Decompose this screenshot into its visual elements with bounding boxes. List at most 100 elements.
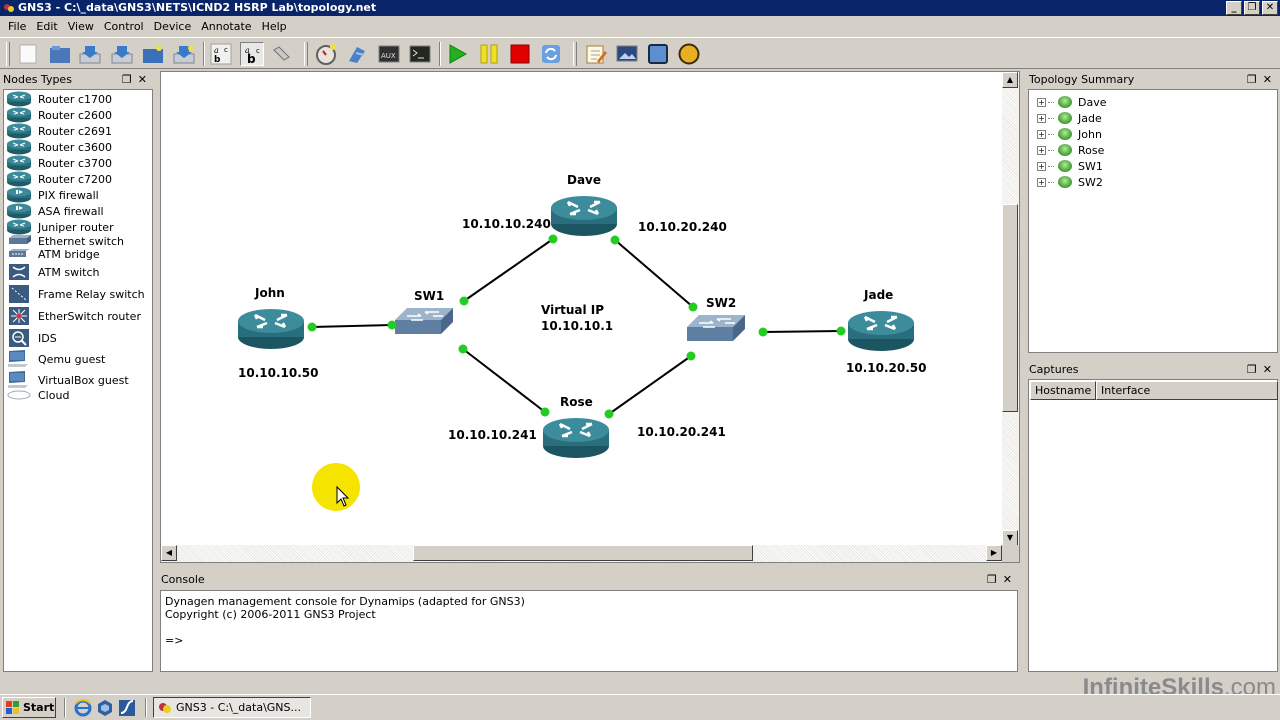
scroll-down-button[interactable]: ▼ xyxy=(1002,530,1018,546)
insert-picture-button[interactable] xyxy=(615,42,639,66)
console-button[interactable] xyxy=(408,42,432,66)
topology-canvas[interactable]: Dave 10.10.10.240 10.10.20.240 John 10.1… xyxy=(160,71,1020,563)
scroll-up-button[interactable]: ▲ xyxy=(1002,72,1018,88)
menu-edit[interactable]: Edit xyxy=(31,17,62,36)
float-icon[interactable]: ❐ xyxy=(1247,363,1263,376)
topology-summary-item[interactable]: + Dave xyxy=(1037,94,1107,110)
toolbar-grip[interactable] xyxy=(573,42,577,66)
suspend-all-button[interactable] xyxy=(477,42,501,66)
canvas-vertical-scrollbar[interactable]: ▲ ▼ xyxy=(1002,72,1019,546)
virtual-ip-annotation-line1[interactable]: Virtual IP xyxy=(541,303,604,317)
taskbar-item-gns3[interactable]: GNS3 - C:\_data\GNS... xyxy=(153,697,311,718)
menu-device[interactable]: Device xyxy=(149,17,197,36)
minimize-button[interactable]: _ xyxy=(1226,1,1242,15)
expand-icon[interactable]: + xyxy=(1037,97,1046,107)
node-type-item[interactable]: Frame Relay switch xyxy=(6,284,145,304)
virtual-ip-annotation-line2[interactable]: 10.10.10.1 xyxy=(541,319,613,333)
internet-explorer-icon[interactable] xyxy=(74,699,92,717)
node-type-item[interactable]: ATM switch xyxy=(6,262,100,282)
router-rose[interactable] xyxy=(543,418,609,458)
idle-pc-button[interactable] xyxy=(314,42,338,66)
stop-all-button[interactable] xyxy=(508,42,532,66)
node-type-item[interactable]: ATM bridge xyxy=(6,246,100,262)
new-topology-button[interactable] xyxy=(16,42,40,66)
switch-sw2[interactable] xyxy=(687,315,745,341)
reload-all-button[interactable] xyxy=(539,42,563,66)
wireshark-icon[interactable] xyxy=(118,699,136,717)
close-icon[interactable]: ✕ xyxy=(1003,573,1018,586)
menu-control[interactable]: Control xyxy=(99,17,149,36)
column-header-hostname[interactable]: Hostname xyxy=(1030,381,1096,400)
router-jade[interactable] xyxy=(848,311,914,351)
node-type-item[interactable]: Router c7200 xyxy=(6,171,112,187)
menu-file[interactable]: File xyxy=(3,17,31,36)
canvas-horizontal-scrollbar[interactable]: ◀ ▶ xyxy=(161,545,1002,562)
menu-view[interactable]: View xyxy=(63,17,99,36)
expand-icon[interactable]: + xyxy=(1037,129,1046,139)
topology-summary-item[interactable]: + John xyxy=(1037,126,1102,142)
float-icon[interactable]: ❐ xyxy=(1247,73,1263,86)
node-type-item[interactable]: Cloud xyxy=(6,387,69,403)
node-type-item[interactable]: Router c2691 xyxy=(6,123,112,139)
close-icon[interactable]: ✕ xyxy=(1263,363,1278,376)
link-rose-sw2[interactable] xyxy=(608,355,692,415)
topology-summary-item[interactable]: + Jade xyxy=(1037,110,1102,126)
router-dave[interactable] xyxy=(551,196,617,236)
show-hostnames-button[interactable]: abc xyxy=(240,42,264,66)
node-type-item[interactable]: EtherSwitch router xyxy=(6,306,141,326)
close-icon[interactable]: ✕ xyxy=(1263,73,1278,86)
open-button[interactable] xyxy=(48,42,72,66)
topology-summary-item[interactable]: + SW1 xyxy=(1037,158,1103,174)
save-project-button[interactable] xyxy=(172,42,196,66)
link-sw1-dave[interactable] xyxy=(463,238,554,302)
column-header-interface[interactable]: Interface xyxy=(1096,381,1278,400)
node-type-item[interactable]: Router c3600 xyxy=(6,139,112,155)
draw-ellipse-button[interactable] xyxy=(677,42,701,66)
console-to-all-button[interactable] xyxy=(345,42,369,66)
link-sw1-rose[interactable] xyxy=(462,348,546,413)
float-icon[interactable]: ❐ xyxy=(987,573,1003,586)
expand-icon[interactable]: + xyxy=(1037,161,1046,171)
show-interface-labels-button[interactable]: abc xyxy=(209,42,233,66)
node-type-item[interactable]: IDS xyxy=(6,328,57,348)
switch-sw1[interactable] xyxy=(395,308,453,334)
aux-to-all-button[interactable]: AUX xyxy=(377,42,401,66)
menu-help[interactable]: Help xyxy=(257,17,292,36)
router-john[interactable] xyxy=(238,309,304,349)
node-type-item[interactable]: Qemu guest xyxy=(6,349,105,369)
start-button[interactable]: Start xyxy=(2,697,56,718)
save-as-button[interactable] xyxy=(110,42,134,66)
node-type-item[interactable]: ASA firewall xyxy=(6,203,104,219)
expand-icon[interactable]: + xyxy=(1037,145,1046,155)
toolbar-grip[interactable] xyxy=(304,42,308,66)
start-all-button[interactable] xyxy=(445,42,469,66)
add-note-button[interactable] xyxy=(584,42,608,66)
scroll-left-button[interactable]: ◀ xyxy=(161,545,177,561)
float-icon[interactable]: ❐ xyxy=(122,73,138,86)
node-type-item[interactable]: Router c1700 xyxy=(6,91,112,107)
draw-rectangle-button[interactable] xyxy=(646,42,670,66)
horizontal-scroll-thumb[interactable] xyxy=(413,545,753,561)
console-output[interactable]: Dynagen management console for Dynamips … xyxy=(160,590,1018,672)
open-project-button[interactable] xyxy=(141,42,165,66)
console-prompt[interactable]: => xyxy=(165,634,1013,647)
menu-annotate[interactable]: Annotate xyxy=(196,17,256,36)
toolbar-grip[interactable] xyxy=(6,42,10,66)
topology-summary-item[interactable]: + SW2 xyxy=(1037,174,1103,190)
close-icon[interactable]: ✕ xyxy=(138,73,153,86)
node-type-item[interactable]: PIX firewall xyxy=(6,187,99,203)
vertical-scroll-thumb[interactable] xyxy=(1002,204,1018,412)
link-john-sw1[interactable] xyxy=(311,324,393,328)
link-dave-sw2[interactable] xyxy=(614,239,694,308)
node-type-item[interactable]: Router c2600 xyxy=(6,107,112,123)
topology-summary-item[interactable]: + Rose xyxy=(1037,142,1104,158)
save-button[interactable] xyxy=(78,42,102,66)
expand-icon[interactable]: + xyxy=(1037,113,1046,123)
close-button[interactable]: ✕ xyxy=(1262,1,1278,15)
link-sw2-jade[interactable] xyxy=(762,330,842,333)
add-link-button[interactable] xyxy=(270,42,294,66)
expand-icon[interactable]: + xyxy=(1037,177,1046,187)
virtualbox-icon[interactable] xyxy=(96,699,114,717)
scroll-right-button[interactable]: ▶ xyxy=(986,545,1002,561)
restore-button[interactable]: ❐ xyxy=(1244,1,1260,15)
